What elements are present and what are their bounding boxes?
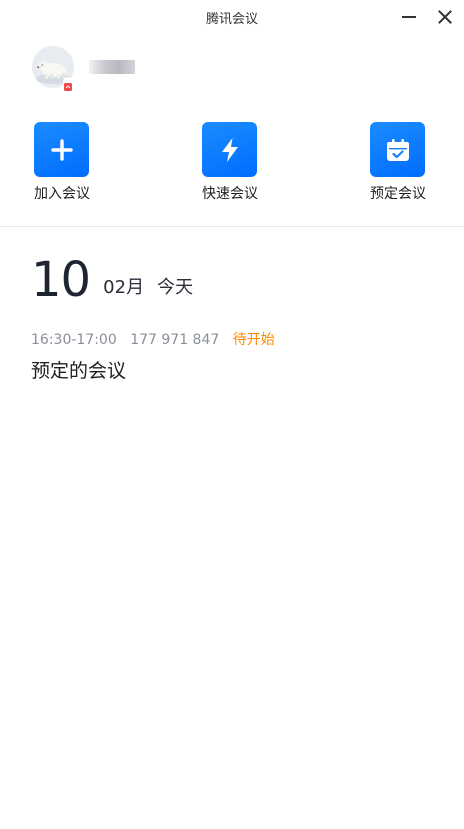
- meeting-meta: 16:30-17:00 177 971 847 待开始: [31, 330, 431, 350]
- quick-meeting-button[interactable]: 快速会议: [190, 122, 270, 204]
- date-header: 10 02月 今天: [31, 252, 193, 308]
- meeting-time: 16:30-17:00: [31, 332, 117, 348]
- meeting-status: 待开始: [232, 332, 275, 348]
- quick-actions: 加入会议 快速会议 预定会议: [0, 122, 464, 204]
- network-status-icon: [64, 83, 72, 91]
- date-day: 10: [31, 252, 91, 308]
- quick-meeting-label: 快速会议: [202, 186, 258, 202]
- schedule-meeting-label: 预定会议: [370, 186, 426, 202]
- date-month: 02月: [103, 277, 145, 298]
- app-window: 腾讯会议 加入会议 快速会议 预定会议 10 02月 今天 16:30-17:0…: [0, 0, 464, 829]
- close-icon: [438, 10, 452, 24]
- schedule-meeting-button[interactable]: 预定会议: [358, 122, 438, 204]
- meeting-list-item[interactable]: 16:30-17:00 177 971 847 待开始 预定的会议: [31, 330, 431, 384]
- username-redacted[interactable]: [89, 60, 135, 74]
- calendar-check-icon: [386, 138, 409, 161]
- section-divider: [0, 226, 464, 227]
- status-badge: [63, 77, 73, 91]
- minimize-button[interactable]: [396, 5, 422, 29]
- join-meeting-tile: [34, 122, 89, 177]
- meeting-id: 177 971 847: [130, 332, 220, 348]
- quick-meeting-tile: [202, 122, 257, 177]
- join-meeting-button[interactable]: 加入会议: [22, 122, 102, 204]
- meeting-title: 预定的会议: [31, 360, 127, 382]
- lightning-icon: [221, 137, 238, 162]
- schedule-meeting-tile: [370, 122, 425, 177]
- plus-icon: [50, 138, 73, 161]
- window-title: 腾讯会议: [205, 12, 258, 27]
- join-meeting-label: 加入会议: [34, 186, 90, 202]
- title-bar: 腾讯会议: [0, 0, 464, 34]
- date-relative: 今天: [157, 277, 194, 298]
- close-button[interactable]: [432, 5, 458, 29]
- minimize-icon: [402, 16, 416, 18]
